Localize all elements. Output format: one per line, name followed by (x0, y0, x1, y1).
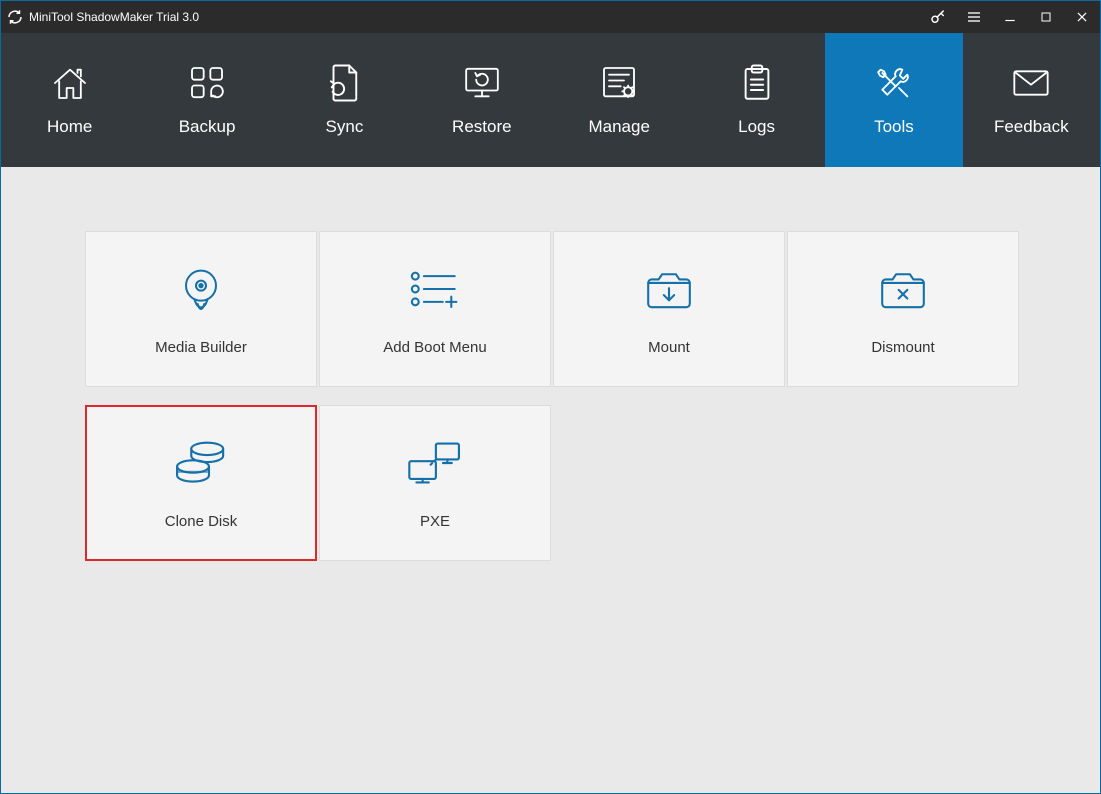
tools-icon (874, 63, 914, 103)
tool-label: Clone Disk (165, 513, 238, 530)
tool-label: PXE (420, 513, 450, 530)
tool-mount[interactable]: Mount (553, 231, 785, 387)
close-button[interactable] (1064, 1, 1100, 33)
maximize-button[interactable] (1028, 1, 1064, 33)
mount-icon (634, 263, 704, 315)
tool-label: Media Builder (155, 339, 247, 356)
nav-label: Backup (179, 117, 236, 137)
sync-icon (324, 63, 364, 103)
nav-label: Manage (588, 117, 649, 137)
app-logo-icon (1, 1, 29, 33)
tool-add-boot-menu[interactable]: Add Boot Menu (319, 231, 551, 387)
dismount-icon (868, 263, 938, 315)
nav-label: Home (47, 117, 92, 137)
nav-label: Sync (326, 117, 364, 137)
tool-label: Mount (648, 339, 690, 356)
clone-disk-icon (166, 437, 236, 489)
nav-restore[interactable]: Restore (413, 33, 550, 167)
media-builder-icon (166, 263, 236, 315)
home-icon (50, 63, 90, 103)
minimize-button[interactable] (992, 1, 1028, 33)
nav-label: Feedback (994, 117, 1069, 137)
tools-grid: Media Builder Add Boot Menu (1, 167, 1100, 625)
restore-icon (462, 63, 502, 103)
feedback-icon (1011, 63, 1051, 103)
add-boot-menu-icon (400, 263, 470, 315)
backup-icon (187, 63, 227, 103)
menu-icon[interactable] (956, 1, 992, 33)
nav-backup[interactable]: Backup (138, 33, 275, 167)
logs-icon (737, 63, 777, 103)
nav-label: Logs (738, 117, 775, 137)
tool-clone-disk[interactable]: Clone Disk (85, 405, 317, 561)
nav-home[interactable]: Home (1, 33, 138, 167)
pxe-icon (400, 437, 470, 489)
tool-label: Add Boot Menu (383, 339, 486, 356)
key-icon[interactable] (920, 1, 956, 33)
main-navbar: Home Backup Sync (1, 33, 1100, 167)
tool-dismount[interactable]: Dismount (787, 231, 1019, 387)
tool-media-builder[interactable]: Media Builder (85, 231, 317, 387)
tool-pxe[interactable]: PXE (319, 405, 551, 561)
nav-feedback[interactable]: Feedback (963, 33, 1100, 167)
manage-icon (599, 63, 639, 103)
app-title: MiniTool ShadowMaker Trial 3.0 (29, 10, 199, 24)
nav-label: Restore (452, 117, 512, 137)
nav-label: Tools (874, 117, 914, 137)
nav-sync[interactable]: Sync (276, 33, 413, 167)
titlebar: MiniTool ShadowMaker Trial 3.0 (1, 1, 1100, 33)
nav-manage[interactable]: Manage (551, 33, 688, 167)
nav-tools[interactable]: Tools (825, 33, 962, 167)
nav-logs[interactable]: Logs (688, 33, 825, 167)
tool-label: Dismount (871, 339, 934, 356)
